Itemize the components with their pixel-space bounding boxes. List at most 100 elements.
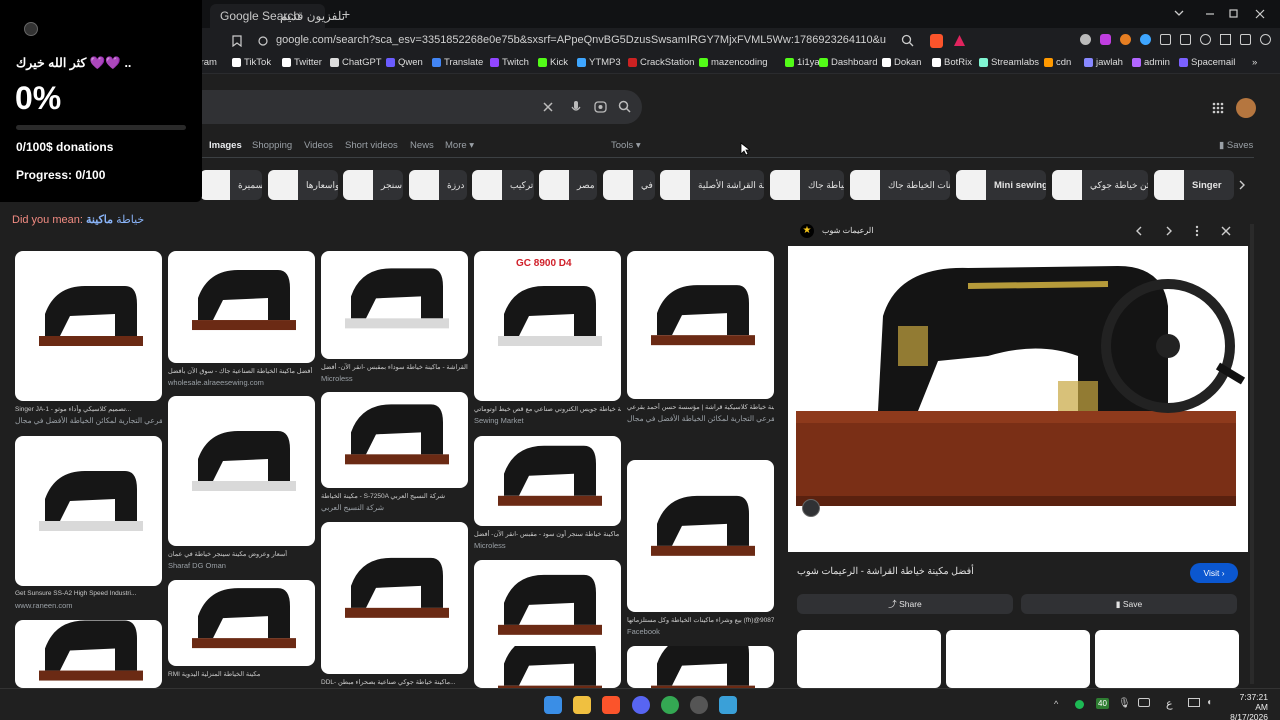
result-caption[interactable]: RMI مكينة الخياطة المنزلية اليدوية <box>168 670 315 678</box>
tray-badge[interactable]: 40 <box>1096 698 1109 709</box>
related-search-chip[interactable]: سميرة <box>200 170 262 200</box>
tab-news[interactable]: News <box>410 140 434 151</box>
related-search-chip[interactable]: خياطة جاك <box>770 170 844 200</box>
related-search-chip[interactable]: تركيب <box>472 170 534 200</box>
related-image[interactable] <box>797 630 941 688</box>
result-source[interactable]: wholesale.alraeesewing.com <box>168 378 315 387</box>
did-you-mean-link[interactable]: خياطة ماكينة <box>86 214 144 226</box>
preview-title[interactable]: أفضل مكينة خياطة القراشة - الرعيمات شوب <box>797 566 974 577</box>
image-result[interactable] <box>627 460 774 612</box>
result-source[interactable]: Sharaf DG Oman <box>168 561 315 570</box>
bookmark-item[interactable]: TikTok <box>232 57 271 68</box>
saves-button[interactable]: ▮ Saves <box>1219 140 1253 151</box>
result-caption[interactable]: DDL- ماكينة خياطة جوكي صناعية بصحراء مبط… <box>321 678 468 686</box>
related-image[interactable] <box>1095 630 1239 688</box>
share-button[interactable]: ⤴ Share <box>797 594 1013 614</box>
image-result[interactable] <box>321 251 468 359</box>
result-source[interactable]: Microless <box>474 541 621 550</box>
lens-search-icon[interactable] <box>802 499 820 517</box>
bookmark-item[interactable]: Dashboard <box>819 57 877 68</box>
result-source[interactable]: Microless <box>321 374 468 383</box>
image-result[interactable] <box>15 620 162 688</box>
result-caption[interactable]: بيع وشراء ماكينات الخياطة وكل مستلزماتها… <box>627 616 774 624</box>
brave-icon[interactable] <box>602 696 620 714</box>
start-icon[interactable] <box>544 696 562 714</box>
related-search-chip[interactable]: ماكينات الخياطة جاك <box>850 170 950 200</box>
search-icon[interactable] <box>618 100 631 113</box>
save-button[interactable]: ▮ Save <box>1021 594 1237 614</box>
site-settings-icon[interactable] <box>257 35 269 47</box>
related-search-chip[interactable]: في <box>603 170 655 200</box>
result-caption[interactable]: Singer JA-1 - تصميم كلاسيكي وأداء موثو..… <box>15 405 162 413</box>
tab-images[interactable]: Images <box>209 140 242 151</box>
visit-button[interactable]: Visit › <box>1190 563 1238 583</box>
result-caption[interactable]: القراشة - ماكينة خياطة سوداء بمقبس -انقر… <box>321 363 468 371</box>
new-tab-button[interactable]: + <box>332 4 360 28</box>
related-search-chip[interactable]: خياطة القراشة الأصلية <box>660 170 764 200</box>
bookmark-item[interactable]: ChatGPT <box>330 57 382 68</box>
bookmark-item[interactable]: Kick <box>538 57 568 68</box>
bookmark-item[interactable]: BotRix <box>932 57 972 68</box>
keyboard-icon[interactable] <box>1138 698 1150 707</box>
wallet-icon[interactable] <box>1240 34 1251 45</box>
bookmark-item[interactable]: Dokan <box>882 57 921 68</box>
url-field[interactable]: google.com/search?sca_esv=3351852268e0e7… <box>276 34 886 46</box>
previous-icon[interactable] <box>1136 226 1142 236</box>
leo-ai-icon[interactable] <box>1260 34 1271 45</box>
image-result[interactable] <box>168 580 315 666</box>
image-result[interactable] <box>474 251 621 401</box>
tab-more[interactable]: More ▾ <box>445 140 474 151</box>
image-result[interactable] <box>321 392 468 488</box>
lens-icon[interactable] <box>594 101 607 113</box>
tray-app-icon[interactable] <box>1075 700 1084 709</box>
related-search-chip[interactable]: مصر <box>539 170 597 200</box>
sidebar-icon[interactable] <box>1220 34 1231 45</box>
image-result[interactable] <box>321 522 468 674</box>
image-result[interactable] <box>627 646 774 688</box>
chrome-icon[interactable] <box>661 696 679 714</box>
next-icon[interactable] <box>1166 226 1172 236</box>
image-result[interactable] <box>627 251 774 399</box>
image-result[interactable] <box>474 646 621 688</box>
bookmark-item[interactable]: admin <box>1132 57 1170 68</box>
bookmarks-overflow-icon[interactable]: » <box>1252 57 1257 68</box>
result-caption[interactable]: ماكينة خياطة سنجر أون سود - مقبس -انقر ا… <box>474 530 621 538</box>
close-icon[interactable] <box>1221 226 1231 236</box>
bookmark-item[interactable]: jawlah <box>1084 57 1123 68</box>
chevron-right-icon[interactable] <box>1238 179 1246 191</box>
extension-icon[interactable] <box>1120 34 1131 45</box>
steam-icon[interactable] <box>690 696 708 714</box>
extension-icon[interactable] <box>1100 34 1111 45</box>
clock[interactable]: 7:37:21 AM 8/17/2026 <box>1226 692 1268 720</box>
brave-shield-icon[interactable] <box>930 34 943 48</box>
tab-short-videos[interactable]: Short videos <box>345 140 398 151</box>
preview-image[interactable] <box>788 246 1248 552</box>
related-search-chip[interactable]: Singer <box>1154 170 1234 200</box>
image-result[interactable] <box>15 436 162 586</box>
bookmark-item[interactable]: CrackStation <box>628 57 694 68</box>
account-avatar[interactable] <box>1236 98 1256 118</box>
result-caption[interactable]: ماكينة خياطة جويس الكتروني صناعي مع قص خ… <box>474 405 621 413</box>
bookmark-item[interactable]: Translate <box>432 57 483 68</box>
scrollbar[interactable] <box>1250 224 1254 684</box>
result-caption[interactable]: مكينة خياطة كلاسيكية قراشة | مؤسسة حسن أ… <box>627 403 774 411</box>
bookmark-item[interactable]: Streamlabs <box>979 57 1039 68</box>
puzzle-icon[interactable] <box>1160 34 1171 45</box>
volume-icon[interactable]: ◖ <box>1206 697 1212 708</box>
result-source[interactable]: مؤسسة بقرعي التجارية لمكائن الخياطة الأف… <box>627 414 774 423</box>
result-caption[interactable]: Get Sunsure SS-A2 High Speed Industri... <box>15 590 162 597</box>
result-caption[interactable]: مكينة الخياطة - S-7250A شركة النسيج العر… <box>321 492 468 500</box>
related-search-chip[interactable]: درزة <box>409 170 467 200</box>
music-icon[interactable] <box>1200 34 1211 45</box>
image-result[interactable] <box>15 251 162 401</box>
bookmark-item[interactable]: mazencoding <box>699 57 768 68</box>
discord-icon[interactable] <box>632 696 650 714</box>
extension-icon[interactable] <box>1180 34 1191 45</box>
related-image[interactable] <box>946 630 1090 688</box>
notepad-icon[interactable] <box>719 696 737 714</box>
image-result[interactable] <box>168 396 315 546</box>
input-language[interactable]: ع <box>1166 697 1173 710</box>
microphone-icon[interactable] <box>571 100 581 114</box>
result-source[interactable]: شركة النسيج العربي <box>321 503 468 512</box>
bookmark-icon[interactable] <box>232 35 242 47</box>
